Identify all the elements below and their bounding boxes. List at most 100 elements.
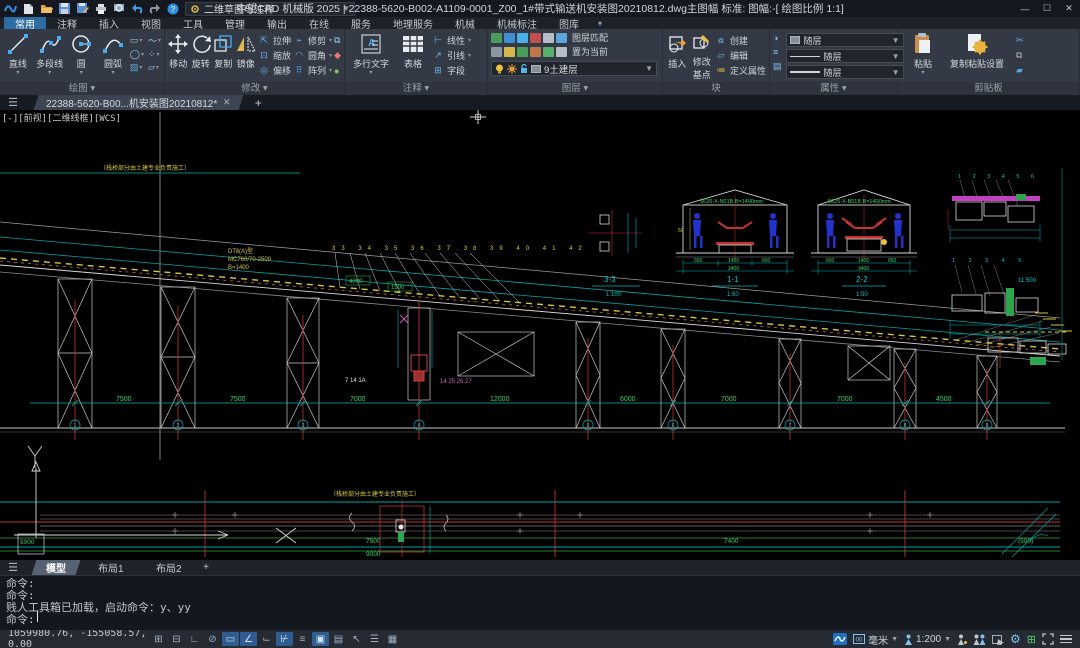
stretch-button[interactable]: ⇱拉伸	[258, 34, 291, 47]
create-block-button[interactable]: ⧇创建	[715, 34, 766, 47]
settings-gear-icon[interactable]: ⚙	[1010, 632, 1021, 646]
selection-cycling-toggle-icon[interactable]: ↖	[348, 632, 365, 646]
layer-tool-icon[interactable]	[517, 33, 528, 43]
redo-icon[interactable]	[148, 2, 161, 15]
offset-button[interactable]: ◎偏移	[258, 64, 291, 77]
workspace-select[interactable]: 二维草图与注释 ▼	[185, 2, 355, 16]
ribbon-tab-library[interactable]: 图库	[548, 17, 590, 29]
layer-tool-icon[interactable]	[556, 47, 567, 57]
layer-tool-icon[interactable]	[530, 33, 541, 43]
paste-settings-button[interactable]: 复制粘贴设置	[946, 31, 1008, 81]
maximize-button[interactable]: ☐	[1036, 0, 1058, 17]
leader-button[interactable]: ↗引线 ▾	[432, 49, 471, 62]
new-file-icon[interactable]	[22, 2, 35, 15]
field-button[interactable]: ⊞字段	[432, 64, 471, 77]
osnap-toggle-icon[interactable]: ▭	[222, 632, 239, 646]
layer-tool-icon[interactable]	[491, 47, 502, 57]
undo-icon[interactable]	[130, 2, 143, 15]
units-selector[interactable]: 00 毫米▼	[853, 632, 898, 647]
color-picker-icon[interactable]: ◑	[773, 33, 782, 43]
command-line-panel[interactable]: 命令: 命令: 贱人工具箱已加载，启动命令：y、yy 命令:	[0, 575, 1080, 630]
command-input[interactable]: 命令:	[6, 611, 38, 627]
table-button[interactable]: 表格	[396, 31, 430, 81]
open-file-icon[interactable]	[40, 2, 53, 15]
transparency-toggle-icon[interactable]: ▣	[312, 632, 329, 646]
close-button[interactable]: ✕	[1058, 0, 1080, 17]
document-tab[interactable]: 22388-5620-B00...机安装图20210812* ✕	[34, 95, 244, 110]
cut-icon[interactable]: ✂	[1016, 34, 1024, 47]
linetype-icon[interactable]: ≡	[773, 47, 782, 57]
annotation-visibility-icon[interactable]	[957, 634, 967, 645]
lineweight-combo[interactable]: 随层▼	[786, 65, 904, 79]
layer-tool-icon[interactable]	[491, 33, 502, 43]
insert-block-button[interactable]: 插入	[666, 31, 688, 81]
ribbon-tab-mech-dim[interactable]: 机械标注	[486, 17, 548, 29]
isodraft-toggle-icon[interactable]: ⊘	[204, 632, 221, 646]
ribbon-tab-home[interactable]: 常用	[4, 17, 46, 29]
status-menu-icon[interactable]	[1060, 635, 1072, 644]
plot-icon[interactable]	[94, 2, 107, 15]
ribbon-tab-mech[interactable]: 机械	[444, 17, 486, 29]
trim-button[interactable]: ⌁修剪 ▾	[293, 34, 332, 47]
hatch-tool-icon[interactable]: ▨▾	[130, 62, 144, 73]
ribbon-options-icon[interactable]: ▾	[590, 17, 610, 29]
layout-menu-icon[interactable]: ☰	[0, 560, 26, 575]
point-tool-icon[interactable]: ⁘▾	[148, 49, 161, 60]
app-logo-icon[interactable]	[4, 2, 17, 15]
layer-tool-icon[interactable]	[530, 47, 541, 57]
linetype-combo[interactable]: 随层▼	[786, 49, 904, 63]
layer-tool-icon[interactable]	[504, 47, 515, 57]
minimize-button[interactable]: —	[1014, 0, 1036, 17]
ribbon-tab-output[interactable]: 输出	[256, 17, 298, 29]
define-attr-button[interactable]: ≔定义属性	[715, 64, 766, 77]
match-props-icon[interactable]: ▰	[1016, 64, 1024, 77]
annotation-monitor-toggle-icon[interactable]: ☰	[366, 632, 383, 646]
rotate-button[interactable]: 旋转	[191, 31, 212, 81]
scale-button[interactable]: ⊡缩放	[258, 49, 291, 62]
polar-toggle-icon[interactable]: ∠	[240, 632, 257, 646]
line-button[interactable]: 直线▾	[3, 31, 33, 81]
panel-block-title[interactable]: 块	[663, 82, 769, 95]
ribbon-tab-annotate[interactable]: 注释	[46, 17, 88, 29]
edit-base-button[interactable]: 修改 基点	[690, 31, 712, 81]
preview-icon[interactable]	[112, 2, 125, 15]
ribbon-tab-services[interactable]: 服务	[340, 17, 382, 29]
ribbon-tab-view[interactable]: 视图	[130, 17, 172, 29]
layer-tool-icon[interactable]	[543, 33, 554, 43]
snap-toggle-icon[interactable]: ⊟	[168, 632, 185, 646]
panel-layer-title[interactable]: 图层 ▾	[488, 82, 662, 95]
add-layout-button[interactable]: +	[203, 562, 209, 573]
region-tool-icon[interactable]: ▱▾	[148, 62, 161, 73]
quick-properties-toggle-icon[interactable]: ▤	[330, 632, 347, 646]
tab-model[interactable]: 模型	[32, 560, 81, 575]
ribbon-tab-insert[interactable]: 插入	[88, 17, 130, 29]
tab-layout2[interactable]: 布局2	[141, 560, 195, 575]
array-button[interactable]: ⠿阵列 ▾	[293, 64, 332, 77]
lineweight-toggle-icon[interactable]: ≡	[294, 632, 311, 646]
paste-button[interactable]: 粘贴▾	[908, 31, 938, 81]
circle-button[interactable]: 圆▾	[66, 31, 96, 81]
panel-clipboard-title[interactable]: 剪贴板	[898, 82, 1079, 95]
copy-button[interactable]: + 复制	[213, 31, 234, 81]
tab-layout1[interactable]: 布局1	[84, 560, 138, 575]
spline-tool-icon[interactable]: 〜▾	[148, 34, 161, 47]
layer-tool-icon[interactable]	[543, 47, 554, 57]
save-icon[interactable]	[58, 2, 71, 15]
switch-space-icon[interactable]	[992, 634, 1004, 645]
layer-tool-icon[interactable]	[517, 47, 528, 57]
ribbon-tab-tools[interactable]: 工具	[172, 17, 214, 29]
new-doc-tab-button[interactable]: +	[255, 95, 262, 110]
viewport-controls[interactable]: [-][前视][二维线框][WCS]	[2, 111, 121, 124]
set-current-layer-button[interactable]: 置为当前	[572, 45, 608, 58]
panel-properties-title[interactable]: 属性 ▾	[770, 82, 897, 95]
rectangle-tool-icon[interactable]: ▭▾	[130, 34, 144, 47]
lineweight-icon[interactable]: ▤	[773, 61, 782, 72]
erase-icon[interactable]: ◆	[334, 49, 341, 62]
panel-modify-title[interactable]: 修改 ▾	[165, 82, 344, 95]
save-as-icon[interactable]	[76, 2, 89, 15]
fullscreen-icon[interactable]	[1042, 633, 1054, 645]
linear-dim-button[interactable]: ⊢线性 ▾	[432, 34, 471, 47]
workspace-toggle-icon[interactable]: ▦	[384, 632, 401, 646]
ribbon-tab-online[interactable]: 在线	[298, 17, 340, 29]
add-status-icon[interactable]: ⊞	[1027, 633, 1036, 646]
